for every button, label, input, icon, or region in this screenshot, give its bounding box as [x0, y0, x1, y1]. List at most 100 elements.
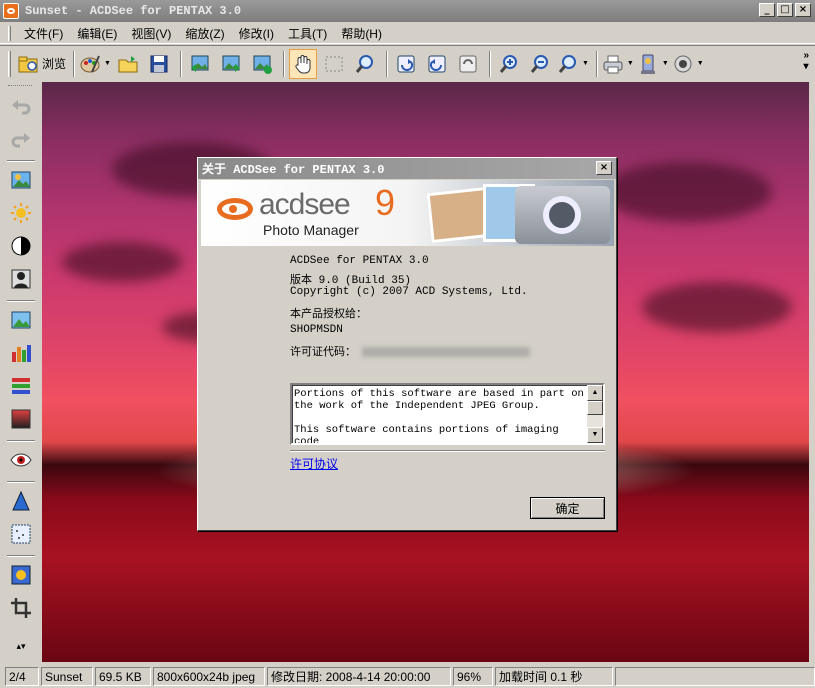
- acdsee-app-icon[interactable]: [3, 3, 19, 19]
- ok-button[interactable]: 确定: [530, 497, 605, 519]
- notice-textbox[interactable]: Portions of this software are based in p…: [290, 383, 605, 445]
- version-text: 版本 9.0 (Build 35): [290, 275, 412, 287]
- zoom-in-button[interactable]: [495, 49, 523, 79]
- previous-image-button[interactable]: [186, 49, 214, 79]
- effects-button[interactable]: [9, 563, 33, 587]
- brightness-button[interactable]: [9, 201, 33, 225]
- select-tool-button[interactable]: [320, 49, 348, 79]
- open-button[interactable]: [114, 49, 142, 79]
- redo-icon: [11, 133, 30, 148]
- notice-scrollbar[interactable]: ▲ ▼: [587, 385, 603, 443]
- menu-zoom[interactable]: 缩放(Z): [178, 25, 231, 42]
- toolbar-overflow-icon[interactable]: » ▾: [803, 50, 809, 72]
- audio-dropdown[interactable]: ▼: [672, 49, 704, 79]
- menu-tools[interactable]: 工具(T): [281, 25, 334, 42]
- scroll-up-icon[interactable]: ▲: [587, 385, 603, 401]
- license-code-row: 许可证代码：: [290, 343, 530, 359]
- status-modified-date: 修改日期: 2008-4-14 20:00:00: [267, 667, 451, 686]
- rotate-right-button[interactable]: [423, 49, 451, 79]
- person-icon: [11, 269, 31, 289]
- status-position: 2/4: [5, 667, 39, 686]
- toolbar-separator: [385, 50, 388, 77]
- vertical-scrollbar[interactable]: [809, 82, 815, 662]
- status-dimensions: 800x600x24b jpeg: [153, 667, 265, 686]
- next-image-icon: [222, 55, 240, 72]
- window-title: Sunset - ACDSee for PENTAX 3.0: [25, 4, 242, 18]
- zoom-tool-button[interactable]: [351, 49, 379, 79]
- menu-view[interactable]: 视图(V): [124, 25, 178, 42]
- save-button[interactable]: [145, 49, 173, 79]
- grayscale-button[interactable]: [9, 407, 33, 431]
- landscape-icon: [11, 311, 31, 329]
- logo-subtitle: Photo Manager: [263, 222, 359, 238]
- toolbar-separator: [595, 50, 598, 77]
- logo-version: 9: [375, 182, 396, 223]
- maximize-button[interactable]: □: [777, 3, 793, 17]
- next-image-button[interactable]: [217, 49, 245, 79]
- toolstrip-grip[interactable]: [8, 85, 32, 87]
- notice-text: Portions of this software are based in p…: [294, 388, 584, 445]
- cloud-shape: [62, 242, 182, 282]
- scroll-thumb[interactable]: [587, 401, 603, 415]
- noise-icon: [11, 524, 31, 544]
- menu-help[interactable]: 帮助(H): [334, 25, 389, 42]
- toolstrip-separator: [7, 555, 35, 557]
- scroll-down-icon[interactable]: ▼: [587, 427, 603, 443]
- redo-button[interactable]: [9, 127, 33, 151]
- menu-file[interactable]: 文件(F): [17, 25, 70, 42]
- print-dropdown[interactable]: ▼: [602, 49, 634, 79]
- toolbar-grip[interactable]: [8, 50, 11, 77]
- toolbar-separator: [179, 50, 182, 77]
- rotate-left-button[interactable]: [392, 49, 420, 79]
- toolstrip-separator: [7, 160, 35, 162]
- menubar-grip[interactable]: [8, 25, 11, 41]
- ok-button-label: 确定: [555, 501, 580, 516]
- gradient-icon: [11, 409, 31, 429]
- photo-thumbnail: [426, 187, 492, 243]
- status-zoom: 96%: [453, 667, 493, 686]
- acdsee-eye-logo-icon: [217, 198, 253, 220]
- menu-edit[interactable]: 编辑(E): [70, 25, 124, 42]
- status-file-name: Sunset: [41, 667, 93, 686]
- red-eye-button[interactable]: [9, 448, 33, 472]
- cloud-shape: [602, 162, 772, 222]
- toolstrip-overflow-icon[interactable]: ▴▾: [9, 638, 33, 654]
- noise-button[interactable]: [9, 522, 33, 546]
- auto-exposure-button[interactable]: [9, 168, 33, 192]
- zoom-out-icon: [530, 54, 548, 73]
- about-close-button[interactable]: ×: [596, 161, 612, 175]
- chevron-down-icon: ▼: [581, 60, 589, 67]
- zoom-mode-dropdown[interactable]: ▼: [557, 49, 589, 79]
- license-code-redacted: [362, 347, 530, 358]
- minimize-button[interactable]: _: [759, 3, 775, 17]
- toolbar-separator: [488, 50, 491, 77]
- pan-tool-button[interactable]: [288, 48, 317, 79]
- undo-button[interactable]: [9, 94, 33, 118]
- landscape-button[interactable]: [9, 308, 33, 332]
- edit-dropdown-button[interactable]: ▼: [79, 49, 111, 79]
- zoom-out-button[interactable]: [526, 49, 554, 79]
- speaker-icon: [674, 55, 692, 72]
- sharpen-button[interactable]: [9, 489, 33, 513]
- color-balance-button[interactable]: [9, 374, 33, 398]
- crop-button[interactable]: [9, 596, 33, 620]
- wallpaper-dropdown[interactable]: ▼: [637, 49, 669, 79]
- acdsee-banner: acdsee 9 Photo Manager: [201, 180, 614, 246]
- logo-text: acdsee: [259, 188, 351, 221]
- menu-modify[interactable]: 修改(I): [232, 25, 281, 42]
- portrait-button[interactable]: [9, 267, 33, 291]
- contrast-button[interactable]: [9, 234, 33, 258]
- product-name: ACDSee for PENTAX 3.0: [290, 255, 429, 267]
- slideshow-icon: [253, 55, 272, 74]
- previous-image-icon: [190, 55, 209, 72]
- close-button[interactable]: ×: [795, 3, 811, 17]
- flip-button[interactable]: [454, 49, 482, 79]
- license-agreement-link[interactable]: 许可协议: [290, 455, 338, 472]
- about-dialog-title: 关于 ACDSee for PENTAX 3.0: [198, 158, 616, 179]
- license-code-label: 许可证代码：: [290, 347, 356, 359]
- levels-button[interactable]: [9, 341, 33, 365]
- eye-icon: [10, 453, 32, 467]
- browse-button[interactable]: 浏览: [17, 49, 66, 79]
- auto-advance-button[interactable]: [248, 49, 276, 79]
- wallpaper-icon: [640, 54, 655, 74]
